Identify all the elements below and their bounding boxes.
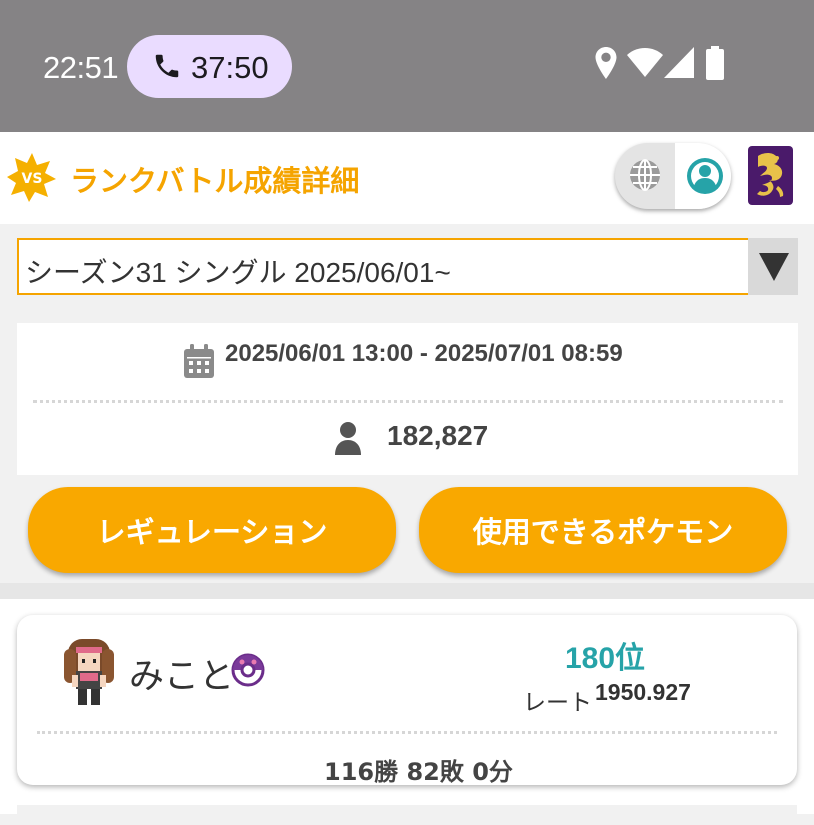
- battery-icon: [706, 46, 724, 80]
- season-select-value: シーズン31 シングル 2025/06/01~: [25, 257, 451, 288]
- regulation-button[interactable]: レギュレーション: [28, 487, 396, 573]
- call-timer: 37:50: [191, 50, 269, 85]
- ongoing-call-chip[interactable]: 37:50: [127, 35, 292, 98]
- rank-position: 180位: [565, 642, 646, 675]
- season-select-toggle[interactable]: [748, 238, 798, 295]
- triangle-down-icon: [759, 253, 789, 281]
- win-loss-record: 116勝 82敗 0分: [324, 758, 513, 786]
- wifi-icon: [627, 48, 663, 77]
- clock: 22:51: [43, 50, 119, 85]
- user-icon[interactable]: [685, 155, 725, 197]
- trainer-sprite-icon: [64, 639, 114, 705]
- person-icon: [335, 422, 361, 455]
- signal-icon: [664, 47, 694, 78]
- globe-icon[interactable]: [628, 158, 662, 192]
- status-bar: 22:51 37:50: [0, 0, 814, 132]
- vs-badge-icon: VS: [7, 153, 56, 202]
- dotted-divider: [33, 400, 783, 403]
- svg-text:VS: VS: [22, 171, 43, 187]
- trainer-name: みこと: [129, 657, 235, 697]
- season-period: 2025/06/01 13:00 - 2025/07/01 08:59: [225, 340, 623, 367]
- calendar-icon: [184, 344, 214, 378]
- rate-value: 1950.927: [595, 679, 691, 705]
- pokemon-avatar[interactable]: [748, 146, 793, 205]
- app-header: VS ランクバトル成績詳細: [0, 132, 814, 224]
- page-title: ランクバトル成績詳細: [70, 164, 360, 198]
- season-info-card: 2025/06/01 13:00 - 2025/07/01 08:59 182,…: [17, 323, 798, 475]
- dragon-emblem-icon: [757, 153, 784, 197]
- usable-pokemon-button[interactable]: 使用できるポケモン: [419, 487, 787, 573]
- location-icon: [595, 47, 617, 79]
- region-toggle[interactable]: [615, 143, 731, 209]
- ranking-card[interactable]: みこと 180位 レート 1950.927 116勝 82敗 0分: [17, 615, 797, 786]
- dotted-divider: [37, 731, 777, 734]
- phone-icon: [155, 54, 179, 78]
- next-ranking-card: [17, 805, 797, 825]
- season-select[interactable]: シーズン31 シングル 2025/06/01~: [17, 238, 798, 295]
- section-divider: [0, 583, 814, 599]
- master-ball-icon: [231, 653, 265, 687]
- player-count: 182,827: [387, 420, 489, 451]
- rate-label: レート: [523, 690, 592, 716]
